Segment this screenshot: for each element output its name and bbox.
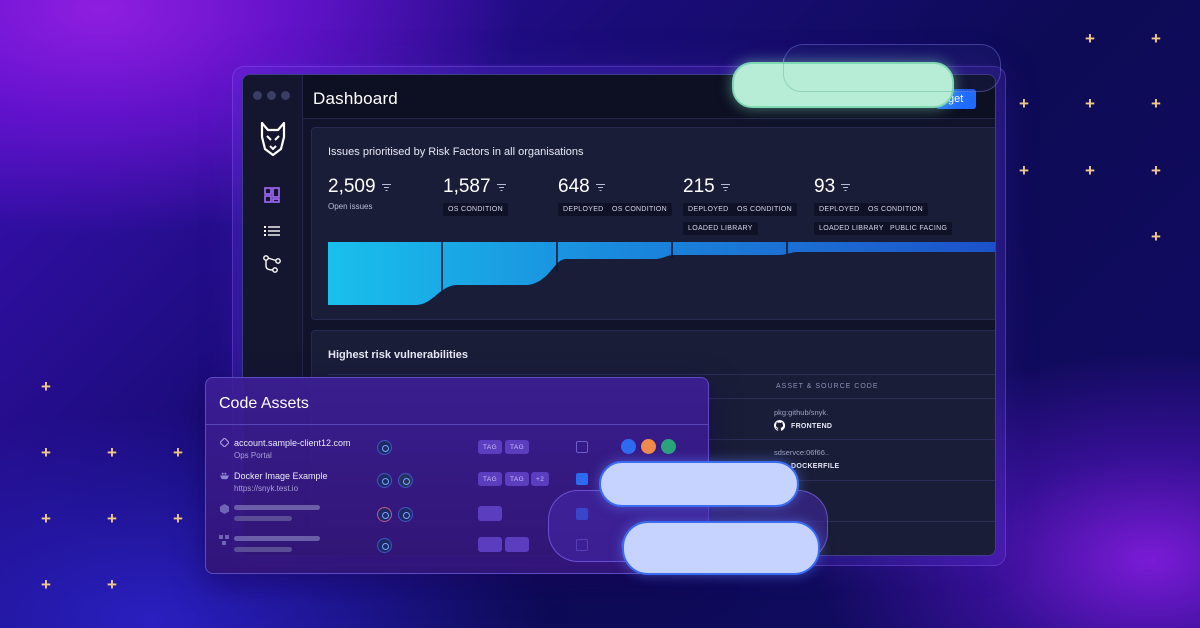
integration-icon: [398, 473, 413, 488]
container-icon: [220, 472, 229, 480]
risk-tag: OS CONDITION: [863, 203, 928, 216]
risk-tag: OS CONDITION: [443, 203, 508, 216]
graph-icon[interactable]: [263, 255, 281, 273]
integration-icon: [377, 473, 392, 488]
sparkle-icon: +: [1151, 161, 1161, 180]
divider: [328, 374, 995, 375]
asset-subtitle: Ops Portal: [234, 451, 272, 460]
asset-subtitle[interactable]: https://snyk.test.io: [234, 484, 298, 493]
integration-icon: [398, 507, 413, 522]
package-icon: [220, 504, 229, 514]
page-title: Dashboard: [313, 89, 398, 108]
sparkle-icon: +: [1019, 94, 1029, 113]
risk-factors-card: Issues prioritised by Risk Factors in al…: [311, 127, 995, 320]
checkbox[interactable]: [576, 441, 588, 453]
asset-id[interactable]: sdservce:06f66..: [774, 448, 829, 457]
sparkle-icon: +: [1085, 94, 1095, 113]
placeholder-bar: [234, 516, 292, 521]
metric-value: 215: [683, 176, 715, 197]
metric-value: 648: [558, 176, 590, 197]
metric-value: 2,509: [328, 176, 376, 197]
status-dot-orange: [641, 439, 656, 454]
placeholder-bar: [234, 505, 320, 510]
sparkle-icon: +: [41, 377, 51, 396]
asset-name[interactable]: Docker Image Example: [234, 471, 328, 481]
metric-value: 93: [814, 176, 836, 197]
sparkle-icon: +: [41, 575, 51, 594]
risk-tag: OS CONDITION: [732, 203, 797, 216]
divider: [206, 424, 708, 425]
decorative-pill: [783, 58, 955, 92]
card-title: Highest risk vulnerabilities: [328, 349, 468, 361]
placeholder-tag: [478, 506, 502, 521]
integration-icon: [377, 507, 392, 522]
sparkle-icon: +: [1151, 227, 1161, 246]
risk-tag: PUBLIC FACING: [885, 222, 953, 235]
asset-tag[interactable]: TAG: [505, 440, 530, 454]
asset-tag[interactable]: TAG: [505, 472, 530, 486]
sparkle-icon: +: [107, 443, 117, 462]
sparkle-icon: +: [1019, 161, 1029, 180]
window-control-dot[interactable]: [281, 91, 290, 100]
sparkle-icon: +: [41, 443, 51, 462]
checkbox-checked[interactable]: [576, 473, 588, 485]
asset-tag[interactable]: +2: [531, 472, 550, 486]
decorative-pill: [599, 461, 799, 507]
list-icon[interactable]: [264, 225, 280, 237]
asset-id[interactable]: pkg:github/snyk.: [774, 408, 828, 417]
sparkle-icon: +: [173, 509, 183, 528]
risk-tag: LOADED LIBRARY: [683, 222, 758, 235]
decorative-pill: [622, 521, 820, 575]
cluster-icon: [219, 535, 229, 545]
status-dot-green: [661, 439, 676, 454]
sparkle-icon: +: [107, 575, 117, 594]
filter-icon[interactable]: [595, 184, 605, 192]
placeholder-bar: [234, 536, 320, 541]
sparkle-icon: +: [173, 443, 183, 462]
integration-icon: [377, 538, 392, 553]
card-title: Issues prioritised by Risk Factors in al…: [328, 146, 584, 158]
risk-tag: LOADED LIBRARY: [814, 222, 889, 235]
filter-icon[interactable]: [841, 184, 851, 192]
sparkle-icon: +: [41, 509, 51, 528]
metric-value: 1,587: [443, 176, 491, 197]
sparkle-icon: +: [1151, 29, 1161, 48]
dashboard-icon[interactable]: [264, 187, 280, 203]
risk-tag: OS CONDITION: [607, 203, 672, 216]
risk-tag: DEPLOYED: [814, 203, 865, 216]
metric-os-condition[interactable]: 1,587: [443, 176, 506, 198]
filter-icon[interactable]: [381, 184, 391, 192]
column-header: ASSET & SOURCE CODE: [776, 383, 879, 390]
metric-deployed[interactable]: 648: [558, 176, 605, 198]
source-label: DOCKERFILE: [791, 463, 840, 470]
asset-tag[interactable]: TAG: [478, 472, 503, 486]
sparkle-icon: +: [1151, 94, 1161, 113]
sparkle-icon: +: [107, 509, 117, 528]
placeholder-tag: [478, 537, 502, 552]
window-control-dot[interactable]: [253, 91, 262, 100]
source-label: FRONTEND: [791, 423, 833, 430]
filter-icon[interactable]: [496, 184, 506, 192]
placeholder-tag: [505, 537, 529, 552]
wolf-logo-icon[interactable]: [259, 121, 287, 157]
metric-label: Open issues: [328, 202, 373, 211]
risk-funnel-chart: [328, 242, 995, 305]
risk-tag: DEPLOYED: [683, 203, 734, 216]
sparkle-icon: +: [1085, 29, 1095, 48]
window-control-dot[interactable]: [267, 91, 276, 100]
filter-icon[interactable]: [720, 184, 730, 192]
risk-tag: DEPLOYED: [558, 203, 609, 216]
integration-icon: [377, 440, 392, 455]
asset-tag[interactable]: TAG: [478, 440, 503, 454]
metric-public-facing[interactable]: 93: [814, 176, 851, 198]
metric-loaded-library[interactable]: 215: [683, 176, 730, 198]
placeholder-bar: [234, 547, 292, 552]
panel-title: Code Assets: [219, 395, 309, 412]
code-icon: [220, 438, 229, 447]
sparkle-icon: +: [1085, 161, 1095, 180]
github-icon: [774, 420, 785, 431]
status-dot-blue: [621, 439, 636, 454]
asset-name[interactable]: account.sample-client12.com: [234, 438, 351, 448]
metric-open-issues[interactable]: 2,509 Open issues: [328, 176, 391, 211]
